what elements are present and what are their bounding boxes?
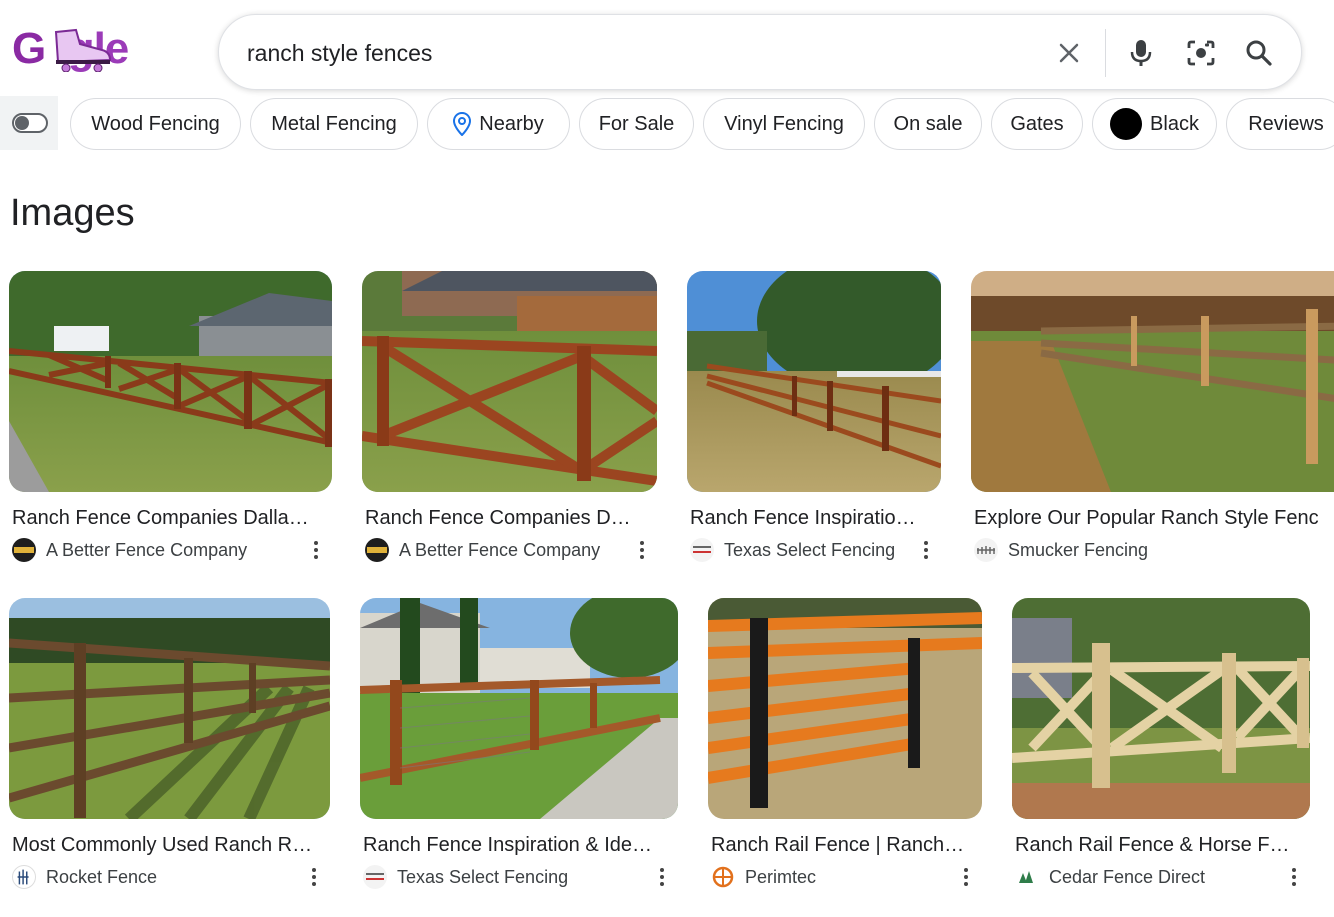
- fence-photo-4: [971, 271, 1334, 492]
- roller-skate-doodle-icon: [54, 28, 112, 72]
- texas-select-icon: [363, 865, 387, 889]
- fence-photo-6: [360, 598, 678, 819]
- more-options-button[interactable]: [916, 538, 936, 562]
- chip-label: On sale: [893, 112, 963, 135]
- voice-search-button[interactable]: [1123, 35, 1159, 71]
- more-options-button[interactable]: [304, 865, 324, 889]
- source-name: Smucker Fencing: [1008, 539, 1149, 560]
- chip-label: Wood Fencing: [91, 112, 220, 135]
- result-source[interactable]: Texas Select Fencing: [363, 865, 568, 889]
- result-thumbnail[interactable]: [971, 271, 1334, 492]
- better-fence-icon: [365, 538, 389, 562]
- chip-metal-fencing[interactable]: Metal Fencing: [250, 98, 418, 150]
- location-pin-icon: [453, 112, 472, 136]
- source-name: Texas Select Fencing: [724, 539, 896, 560]
- chip-black[interactable]: Black: [1092, 98, 1217, 150]
- result-title[interactable]: Ranch Fence Inspiration & Ide…: [363, 834, 669, 857]
- fence-photo-7: [708, 598, 982, 819]
- chip-wood-fencing[interactable]: Wood Fencing: [70, 98, 241, 150]
- result-source[interactable]: Perimtec: [711, 865, 816, 889]
- result-title[interactable]: Explore Our Popular Ranch Style Fenc: [974, 507, 1334, 530]
- chip-label: Gates: [1010, 112, 1064, 135]
- source-name: Cedar Fence Direct: [1049, 866, 1206, 887]
- image-search-button[interactable]: [1183, 35, 1219, 71]
- result-thumbnail[interactable]: [9, 271, 332, 492]
- clear-search-button[interactable]: [1051, 35, 1087, 71]
- section-title: Images: [10, 192, 135, 234]
- chip-reviews[interactable]: Reviews: [1226, 98, 1334, 150]
- more-options-button[interactable]: [306, 538, 326, 562]
- result-source[interactable]: A Better Fence Company: [365, 538, 600, 562]
- fence-photo-2: [362, 271, 657, 492]
- result-thumbnail[interactable]: [360, 598, 678, 819]
- black-swatch-icon: [1110, 108, 1143, 140]
- chip-label: Nearby: [479, 112, 544, 135]
- result-thumbnail[interactable]: [1012, 598, 1310, 819]
- search-input[interactable]: [247, 15, 1007, 91]
- texas-select-icon: [690, 538, 714, 562]
- chip-label: Vinyl Fencing: [724, 112, 844, 135]
- search-submit-button[interactable]: [1241, 35, 1277, 71]
- fence-photo-3: [687, 271, 941, 492]
- result-source[interactable]: Rocket Fence: [12, 865, 157, 889]
- microphone-icon: [1130, 40, 1152, 66]
- result-thumbnail[interactable]: [687, 271, 941, 492]
- camera-lens-icon: [1187, 40, 1215, 66]
- result-title[interactable]: Ranch Fence Companies D…: [365, 507, 655, 530]
- safesearch-toggle[interactable]: [12, 113, 48, 133]
- result-source[interactable]: Cedar Fence Direct: [1015, 865, 1205, 889]
- source-name: A Better Fence Company: [46, 539, 248, 560]
- google-doodle-logo[interactable]: Giigle: [12, 22, 154, 76]
- result-source[interactable]: Texas Select Fencing: [690, 538, 895, 562]
- chip-nearby[interactable]: Nearby: [427, 98, 570, 150]
- source-name: Rocket Fence: [46, 866, 158, 887]
- chip-on-sale[interactable]: On sale: [874, 98, 982, 150]
- fence-photo-8: [1012, 598, 1310, 819]
- chip-label: For Sale: [598, 112, 675, 135]
- result-title[interactable]: Most Commonly Used Ranch R…: [12, 834, 328, 857]
- search-bar[interactable]: [218, 14, 1302, 91]
- source-name: A Better Fence Company: [399, 539, 601, 560]
- perimtec-icon: [711, 865, 735, 889]
- toggle-knob: [15, 116, 29, 130]
- source-name: Perimtec: [745, 866, 817, 887]
- chip-gates[interactable]: Gates: [991, 98, 1083, 150]
- result-title[interactable]: Ranch Rail Fence | Ranch…: [711, 834, 979, 857]
- chip-for-sale[interactable]: For Sale: [579, 98, 694, 150]
- result-thumbnail[interactable]: [362, 271, 657, 492]
- better-fence-icon: [12, 538, 36, 562]
- chip-label: Reviews: [1248, 112, 1324, 135]
- source-name: Texas Select Fencing: [397, 866, 569, 887]
- more-options-button[interactable]: [956, 865, 976, 889]
- close-icon: [1059, 43, 1079, 63]
- more-options-button[interactable]: [1284, 865, 1304, 889]
- fence-photo-5: [9, 598, 330, 819]
- result-title[interactable]: Ranch Fence Inspiratio…: [690, 507, 940, 530]
- search-divider: [1105, 29, 1106, 77]
- result-source[interactable]: A Better Fence Company: [12, 538, 247, 562]
- chip-label: Black: [1150, 112, 1199, 135]
- result-title[interactable]: Ranch Rail Fence & Horse F…: [1015, 834, 1307, 857]
- result-source[interactable]: Smucker Fencing: [974, 538, 1148, 562]
- fence-photo-1: [9, 271, 332, 492]
- result-thumbnail[interactable]: [9, 598, 330, 819]
- more-options-button[interactable]: [632, 538, 652, 562]
- search-icon: [1246, 40, 1272, 66]
- result-thumbnail[interactable]: [708, 598, 982, 819]
- rocket-fence-icon: [12, 865, 36, 889]
- more-options-button[interactable]: [652, 865, 672, 889]
- safesearch-toggle-area: [0, 96, 58, 150]
- chip-label: Metal Fencing: [271, 112, 397, 135]
- result-title[interactable]: Ranch Fence Companies Dalla…: [12, 507, 330, 530]
- smucker-icon: [974, 538, 998, 562]
- cedar-fence-icon: [1015, 865, 1039, 889]
- chip-vinyl-fencing[interactable]: Vinyl Fencing: [703, 98, 865, 150]
